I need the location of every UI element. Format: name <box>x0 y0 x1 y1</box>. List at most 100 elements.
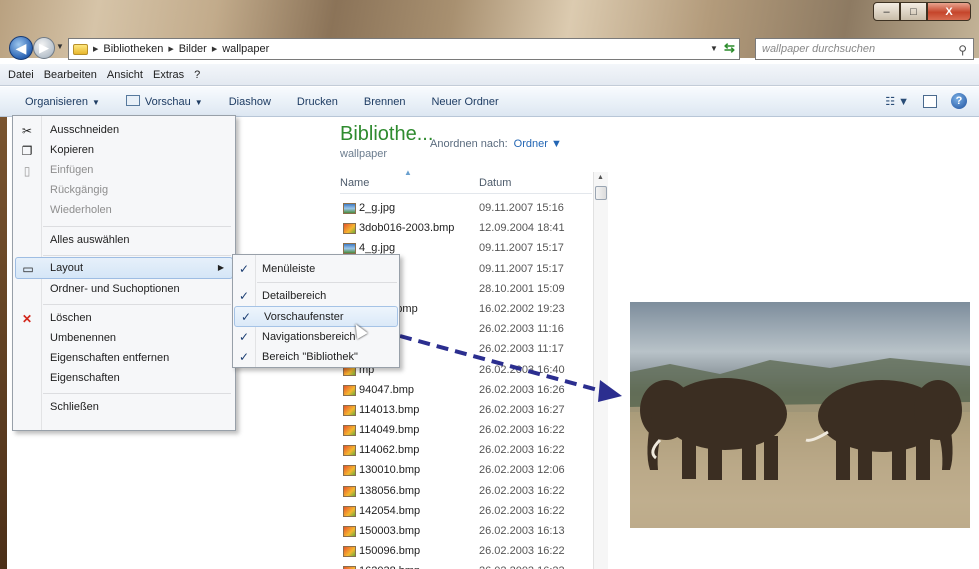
sort-ascending-icon: ▲ <box>404 168 412 177</box>
address-dropdown-icon[interactable]: ▼ <box>710 44 718 53</box>
arrange-dropdown[interactable]: Ordner ▼ <box>514 138 562 150</box>
preview-pane-icon[interactable] <box>923 94 937 108</box>
preview-label: Vorschau <box>144 96 191 108</box>
menu-item-layout[interactable]: ▭ Layout ▶ <box>15 257 233 279</box>
file-date: 26.02.2003 12:06 <box>479 464 565 477</box>
menu-item-rename[interactable]: Umbenennen <box>13 328 235 350</box>
clipboard-icon: ▯ <box>23 164 31 178</box>
checkmark-icon: ✓ <box>241 310 252 324</box>
vertical-scrollbar[interactable]: ▲ <box>593 172 608 569</box>
submenu-item-details-pane[interactable]: ✓ Detailbereich <box>233 286 399 307</box>
forward-button[interactable]: ▶ <box>33 37 55 59</box>
file-row[interactable]: 162038.bmp 26.02.2003 16:23 <box>340 562 595 569</box>
view-options-icon[interactable]: ☷ ▼ <box>885 95 909 108</box>
file-name: 4_g.jpg <box>359 242 396 255</box>
address-bar[interactable]: ▶ Bibliotheken ▶ Bilder ▶ wallpaper <box>68 38 740 60</box>
menu-bearbeiten[interactable]: Bearbeiten <box>39 69 102 81</box>
submenu-item-library-pane[interactable]: ✓ Bereich "Bibliothek" <box>233 347 399 368</box>
maximize-button[interactable]: □ <box>900 2 927 21</box>
bitmap-file-icon <box>343 425 356 437</box>
arrange-label: Anordnen nach: <box>430 138 508 150</box>
file-date: 26.02.2003 16:22 <box>479 504 565 517</box>
menu-item-remove-properties[interactable]: Eigenschaften entfernen <box>13 348 235 370</box>
library-header: Bibliothe... Anordnen nach: Ordner ▼ wall… <box>340 123 595 160</box>
new-folder-button[interactable]: Neuer Ordner <box>431 96 498 108</box>
file-date: 26.02.2003 16:40 <box>479 363 565 376</box>
column-header-date[interactable]: Datum <box>479 177 511 189</box>
print-button[interactable]: Drucken <box>297 96 338 108</box>
column-header-name[interactable]: Name <box>340 177 369 189</box>
menu-item-close[interactable]: Schließen <box>13 397 235 419</box>
file-row[interactable]: 94047.bmp 26.02.2003 16:26 <box>340 381 595 401</box>
file-name: 130010.bmp <box>359 464 421 477</box>
menu-separator <box>43 226 231 227</box>
menu-item-delete[interactable]: ✕ Löschen <box>13 308 235 330</box>
preview-image <box>630 302 970 528</box>
organize-label: Organisieren <box>25 95 88 108</box>
file-name: 150003.bmp <box>359 525 421 537</box>
search-placeholder: wallpaper durchsuchen <box>762 43 876 55</box>
menu-datei[interactable]: Datei <box>3 69 39 81</box>
chevron-down-icon: ▼ <box>91 97 100 107</box>
preview-button[interactable]: Vorschau ▼ <box>125 95 203 108</box>
file-date: 16.02.2002 19:23 <box>479 302 565 315</box>
file-name: 2_g.jpg <box>359 202 396 214</box>
burn-button[interactable]: Brennen <box>364 96 406 108</box>
menu-item-properties[interactable]: Eigenschaften <box>13 368 235 390</box>
file-row[interactable]: 2_g.jpg 09.11.2007 15:16 <box>340 199 595 219</box>
bitmap-file-icon <box>343 223 356 235</box>
menu-separator <box>257 282 397 283</box>
search-icon[interactable]: ⚲ <box>958 43 967 57</box>
file-row[interactable]: 130010.bmp 26.02.2003 12:06 <box>340 461 595 481</box>
file-row[interactable]: 3dob016-2003.bmp 12.09.2004 18:41 <box>340 219 595 239</box>
menu-help[interactable]: ? <box>189 69 205 81</box>
menu-ansicht[interactable]: Ansicht <box>102 69 148 81</box>
file-row[interactable]: 138056.bmp 26.02.2003 16:22 <box>340 482 595 502</box>
scroll-thumb[interactable] <box>595 186 607 200</box>
file-row[interactable]: 142054.bmp 26.02.2003 16:22 <box>340 502 595 522</box>
breadcrumb-bilder[interactable]: Bilder <box>179 43 207 55</box>
menu-separator <box>43 304 231 305</box>
menu-item-copy[interactable]: ❐ Kopieren <box>13 140 235 162</box>
column-headers: ▲ Name Datum <box>340 168 592 194</box>
close-button[interactable]: X <box>927 2 971 21</box>
minimize-button[interactable]: – <box>873 2 900 21</box>
history-dropdown-icon[interactable]: ▼ <box>56 42 66 51</box>
submenu-item-menubar[interactable]: ✓ Menüleiste <box>233 259 399 280</box>
file-date: 26.02.2003 11:16 <box>479 323 564 336</box>
submenu-item-preview-pane[interactable]: ✓ Vorschaufenster <box>234 306 398 327</box>
search-input[interactable]: wallpaper durchsuchen ⚲ <box>755 38 974 60</box>
scroll-up-icon[interactable]: ▲ <box>597 174 604 181</box>
chevron-right-icon[interactable]: ▶ <box>93 45 98 53</box>
refresh-icon[interactable]: ⇆ <box>724 40 738 56</box>
slideshow-button[interactable]: Diashow <box>229 96 271 108</box>
checkmark-icon: ✓ <box>239 330 250 344</box>
file-row[interactable]: 114013.bmp 26.02.2003 16:27 <box>340 401 595 421</box>
window-controls: – □ X <box>873 2 971 21</box>
help-icon[interactable]: ? <box>951 93 967 109</box>
image-file-icon <box>343 243 356 255</box>
file-row[interactable]: 150003.bmp 26.02.2003 16:13 <box>340 522 595 542</box>
file-name: 3dob016-2003.bmp <box>359 222 455 235</box>
scissors-icon: ✂ <box>21 124 33 138</box>
chevron-right-icon[interactable]: ▶ <box>168 45 173 53</box>
file-row[interactable]: 114049.bmp 26.02.2003 16:22 <box>340 421 595 441</box>
file-date: 09.11.2007 15:17 <box>479 262 564 275</box>
menu-extras[interactable]: Extras <box>148 69 189 81</box>
file-date: 26.02.2003 16:22 <box>479 484 565 497</box>
chevron-right-icon[interactable]: ▶ <box>212 45 217 53</box>
checkmark-icon: ✓ <box>239 262 250 276</box>
submenu-item-navigation-pane[interactable]: ✓ Navigationsbereich <box>233 327 399 348</box>
organize-button[interactable]: Organisieren ▼ <box>25 96 100 108</box>
menu-item-folder-options[interactable]: Ordner- und Suchoptionen <box>13 279 235 301</box>
file-row[interactable]: 150096.bmp 26.02.2003 16:22 <box>340 542 595 562</box>
menu-item-cut[interactable]: ✂ Ausschneiden <box>13 120 235 142</box>
breadcrumb-bibliotheken[interactable]: Bibliotheken <box>103 43 163 55</box>
breadcrumb-wallpaper[interactable]: wallpaper <box>222 43 269 55</box>
back-button[interactable]: ◀ <box>9 36 33 60</box>
menu-item-select-all[interactable]: Alles auswählen <box>13 230 235 252</box>
menu-item-undo[interactable]: Rückgängig <box>13 180 235 202</box>
menu-item-redo[interactable]: Wiederholen <box>13 200 235 222</box>
file-row[interactable]: 114062.bmp 26.02.2003 16:22 <box>340 441 595 461</box>
menu-item-paste[interactable]: ▯ Einfügen <box>13 160 235 182</box>
